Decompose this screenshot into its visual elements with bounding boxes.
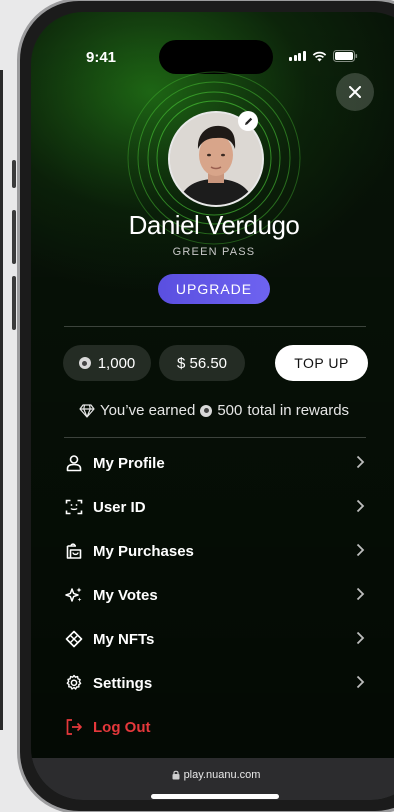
menu-item-my-profile[interactable]: My Profile xyxy=(65,441,365,485)
coin-icon xyxy=(78,357,91,369)
coin-balance: 1,000 xyxy=(97,354,136,372)
volume-down-button xyxy=(12,276,16,330)
wifi-icon xyxy=(312,51,326,61)
sparkles-icon xyxy=(65,587,82,602)
mute-switch xyxy=(12,160,16,188)
menu-item-label: My Profile xyxy=(93,454,165,472)
divider xyxy=(64,437,366,438)
divider xyxy=(64,326,366,327)
profile-menu-screen: 9:41 Daniel Verdugo GREEN PASS UPGRADE 1… xyxy=(31,12,394,800)
browser-url-bar[interactable]: play.nuanu.com xyxy=(31,758,394,800)
menu-item-label: Settings xyxy=(93,674,153,692)
upgrade-button[interactable]: UPGRADE xyxy=(158,274,270,304)
edit-avatar-button[interactable] xyxy=(238,111,258,131)
url-display[interactable]: play.nuanu.com xyxy=(31,769,394,781)
url-text: play.nuanu.com xyxy=(183,769,261,781)
rewards-amount: 500 xyxy=(217,402,243,419)
chevron-right-icon xyxy=(356,587,365,601)
close-button[interactable] xyxy=(336,73,374,111)
adjacent-device-edge xyxy=(0,70,3,730)
home-indicator[interactable] xyxy=(151,794,279,799)
menu-item-my-purchases[interactable]: My Purchases xyxy=(65,529,365,573)
diamond-icon xyxy=(79,403,95,418)
menu-item-my-votes[interactable]: My Votes xyxy=(65,573,365,617)
menu-item-label: User ID xyxy=(93,498,146,516)
menu-item-label: My Votes xyxy=(93,586,158,604)
menu-item-label: My NFTs xyxy=(93,630,155,648)
chevron-right-icon xyxy=(356,543,365,557)
phone-screen: 9:41 Daniel Verdugo GREEN PASS UPGRADE 1… xyxy=(31,12,394,800)
coin-icon xyxy=(200,404,213,417)
logout-button[interactable]: Log Out xyxy=(65,705,365,749)
volume-up-button xyxy=(12,210,16,264)
chevron-right-icon xyxy=(356,499,365,513)
chevron-right-icon xyxy=(356,675,365,689)
logout-icon xyxy=(66,719,82,735)
close-icon xyxy=(349,86,361,98)
menu-item-settings[interactable]: Settings xyxy=(65,661,365,705)
battery-icon xyxy=(332,50,357,62)
chevron-right-icon xyxy=(356,455,365,469)
cash-balance-pill[interactable]: $ 56.50 xyxy=(159,345,245,381)
user-icon xyxy=(66,455,82,472)
phone-frame: 9:41 Daniel Verdugo GREEN PASS UPGRADE 1… xyxy=(17,0,394,812)
nft-diamond-icon xyxy=(65,630,83,648)
logout-label: Log Out xyxy=(93,718,151,736)
membership-tier: GREEN PASS xyxy=(172,246,256,258)
menu-item-label: My Purchases xyxy=(93,542,194,560)
pencil-icon xyxy=(244,117,252,125)
menu-item-my-nfts[interactable]: My NFTs xyxy=(65,617,365,661)
cash-balance: $ 56.50 xyxy=(176,354,228,372)
rewards-suffix: total in rewards xyxy=(247,402,350,419)
lock-icon xyxy=(172,770,180,780)
scan-id-icon xyxy=(65,499,83,515)
menu-item-user-id[interactable]: User ID xyxy=(65,485,365,529)
purchases-bag-icon xyxy=(66,543,82,559)
status-time: 9:41 xyxy=(86,49,117,66)
device-mockup: 9:41 Daniel Verdugo GREEN PASS UPGRADE 1… xyxy=(0,0,394,812)
profile-name: Daniel Verdugo xyxy=(128,210,300,240)
status-icons xyxy=(289,50,358,62)
account-menu: My Profile User ID My Purchases My Votes… xyxy=(65,441,365,749)
chevron-right-icon xyxy=(356,631,365,645)
rewards-summary: You’ve earned 500 total in rewards xyxy=(31,402,394,419)
dynamic-island xyxy=(159,40,273,74)
top-up-button[interactable]: TOP UP xyxy=(275,345,368,381)
coin-balance-pill[interactable]: 1,000 xyxy=(63,345,151,381)
cellular-signal-icon xyxy=(289,51,306,61)
rewards-prefix: You’ve earned xyxy=(99,402,196,419)
gear-icon xyxy=(66,674,82,690)
